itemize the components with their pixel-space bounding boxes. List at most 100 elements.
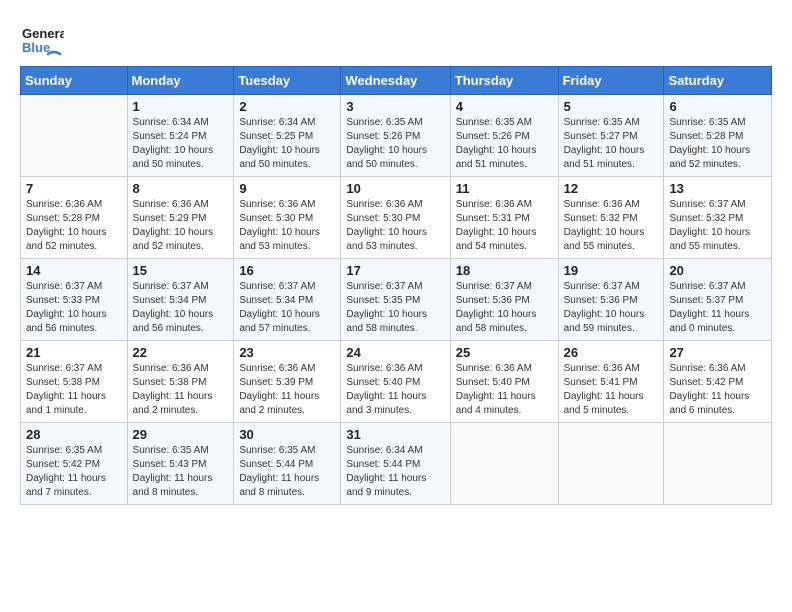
day-number: 16 bbox=[239, 263, 335, 278]
day-number: 30 bbox=[239, 427, 335, 442]
calendar-cell: 10 Sunrise: 6:36 AMSunset: 5:30 PMDayligh… bbox=[341, 177, 450, 259]
calendar-cell: 12 Sunrise: 6:36 AMSunset: 5:32 PMDayligh… bbox=[558, 177, 664, 259]
day-number: 29 bbox=[133, 427, 229, 442]
calendar-cell: 1 Sunrise: 6:34 AMSunset: 5:24 PMDaylight… bbox=[127, 95, 234, 177]
cell-details: Sunrise: 6:34 AMSunset: 5:24 PMDaylight:… bbox=[133, 116, 229, 172]
day-number: 7 bbox=[26, 181, 122, 196]
day-number: 2 bbox=[239, 99, 335, 114]
cell-details: Sunrise: 6:36 AMSunset: 5:32 PMDaylight:… bbox=[564, 198, 659, 254]
cell-details: Sunrise: 6:36 AMSunset: 5:40 PMDaylight:… bbox=[456, 362, 553, 418]
calendar-cell: 19 Sunrise: 6:37 AMSunset: 5:36 PMDayligh… bbox=[558, 259, 664, 341]
cell-details: Sunrise: 6:34 AMSunset: 5:25 PMDaylight:… bbox=[239, 116, 335, 172]
day-number: 13 bbox=[669, 181, 766, 196]
calendar-cell: 25Sunrise: 6:36 AMSunset: 5:40 PMDayligh… bbox=[450, 341, 558, 423]
calendar-cell: 9 Sunrise: 6:36 AMSunset: 5:30 PMDaylight… bbox=[234, 177, 341, 259]
week-row-5: 28Sunrise: 6:35 AMSunset: 5:42 PMDayligh… bbox=[21, 423, 772, 505]
day-number: 6 bbox=[669, 99, 766, 114]
week-row-2: 7 Sunrise: 6:36 AMSunset: 5:28 PMDaylight… bbox=[21, 177, 772, 259]
day-number: 14 bbox=[26, 263, 122, 278]
day-number: 9 bbox=[239, 181, 335, 196]
calendar-cell: 24Sunrise: 6:36 AMSunset: 5:40 PMDayligh… bbox=[341, 341, 450, 423]
day-number: 22 bbox=[133, 345, 229, 360]
cell-details: Sunrise: 6:35 AMSunset: 5:26 PMDaylight:… bbox=[456, 116, 553, 172]
cell-details: Sunrise: 6:34 AMSunset: 5:44 PMDaylight:… bbox=[346, 444, 444, 500]
calendar-cell: 7 Sunrise: 6:36 AMSunset: 5:28 PMDaylight… bbox=[21, 177, 128, 259]
calendar-cell bbox=[558, 423, 664, 505]
day-number: 5 bbox=[564, 99, 659, 114]
calendar-cell: 6 Sunrise: 6:35 AMSunset: 5:28 PMDaylight… bbox=[664, 95, 772, 177]
weekday-header-sunday: Sunday bbox=[21, 67, 128, 95]
weekday-header-row: SundayMondayTuesdayWednesdayThursdayFrid… bbox=[21, 67, 772, 95]
calendar-cell: 13 Sunrise: 6:37 AMSunset: 5:32 PMDayligh… bbox=[664, 177, 772, 259]
logo: General Blue bbox=[20, 16, 68, 60]
cell-details: Sunrise: 6:37 AMSunset: 5:36 PMDaylight:… bbox=[456, 280, 553, 336]
svg-text:General: General bbox=[22, 26, 64, 41]
calendar-cell: 30 Sunrise: 6:35 AMSunset: 5:44 PMDayligh… bbox=[234, 423, 341, 505]
calendar-cell: 8 Sunrise: 6:36 AMSunset: 5:29 PMDaylight… bbox=[127, 177, 234, 259]
calendar-cell: 15 Sunrise: 6:37 AMSunset: 5:34 PMDayligh… bbox=[127, 259, 234, 341]
svg-text:Blue: Blue bbox=[22, 40, 50, 55]
cell-details: Sunrise: 6:37 AMSunset: 5:38 PMDaylight:… bbox=[26, 362, 122, 418]
day-number: 11 bbox=[456, 181, 553, 196]
calendar-cell: 3Sunrise: 6:35 AMSunset: 5:26 PMDaylight… bbox=[341, 95, 450, 177]
cell-details: Sunrise: 6:37 AMSunset: 5:33 PMDaylight:… bbox=[26, 280, 122, 336]
day-number: 10 bbox=[346, 181, 444, 196]
calendar-cell: 31 Sunrise: 6:34 AMSunset: 5:44 PMDayligh… bbox=[341, 423, 450, 505]
calendar-cell: 22 Sunrise: 6:36 AMSunset: 5:38 PMDayligh… bbox=[127, 341, 234, 423]
cell-details: Sunrise: 6:37 AMSunset: 5:34 PMDaylight:… bbox=[239, 280, 335, 336]
day-number: 23 bbox=[239, 345, 335, 360]
calendar-cell bbox=[664, 423, 772, 505]
cell-details: Sunrise: 6:36 AMSunset: 5:30 PMDaylight:… bbox=[346, 198, 444, 254]
calendar-cell: 5 Sunrise: 6:35 AMSunset: 5:27 PMDaylight… bbox=[558, 95, 664, 177]
calendar-cell: 23 Sunrise: 6:36 AMSunset: 5:39 PMDayligh… bbox=[234, 341, 341, 423]
calendar-cell: 21Sunrise: 6:37 AMSunset: 5:38 PMDayligh… bbox=[21, 341, 128, 423]
cell-details: Sunrise: 6:37 AMSunset: 5:37 PMDaylight:… bbox=[669, 280, 766, 336]
calendar-table: SundayMondayTuesdayWednesdayThursdayFrid… bbox=[20, 66, 772, 505]
week-row-3: 14 Sunrise: 6:37 AMSunset: 5:33 PMDayligh… bbox=[21, 259, 772, 341]
cell-details: Sunrise: 6:37 AMSunset: 5:32 PMDaylight:… bbox=[669, 198, 766, 254]
calendar-cell bbox=[21, 95, 128, 177]
calendar-cell: 28Sunrise: 6:35 AMSunset: 5:42 PMDayligh… bbox=[21, 423, 128, 505]
cell-details: Sunrise: 6:35 AMSunset: 5:26 PMDaylight:… bbox=[346, 116, 444, 172]
calendar-cell bbox=[450, 423, 558, 505]
day-number: 31 bbox=[346, 427, 444, 442]
day-number: 1 bbox=[133, 99, 229, 114]
calendar-cell: 2 Sunrise: 6:34 AMSunset: 5:25 PMDaylight… bbox=[234, 95, 341, 177]
day-number: 27 bbox=[669, 345, 766, 360]
day-number: 24 bbox=[346, 345, 444, 360]
cell-details: Sunrise: 6:35 AMSunset: 5:28 PMDaylight:… bbox=[669, 116, 766, 172]
cell-details: Sunrise: 6:36 AMSunset: 5:38 PMDaylight:… bbox=[133, 362, 229, 418]
day-number: 19 bbox=[564, 263, 659, 278]
cell-details: Sunrise: 6:36 AMSunset: 5:31 PMDaylight:… bbox=[456, 198, 553, 254]
day-number: 26 bbox=[564, 345, 659, 360]
week-row-1: 1 Sunrise: 6:34 AMSunset: 5:24 PMDaylight… bbox=[21, 95, 772, 177]
day-number: 12 bbox=[564, 181, 659, 196]
calendar-cell: 27Sunrise: 6:36 AMSunset: 5:42 PMDayligh… bbox=[664, 341, 772, 423]
weekday-header-wednesday: Wednesday bbox=[341, 67, 450, 95]
weekday-header-saturday: Saturday bbox=[664, 67, 772, 95]
cell-details: Sunrise: 6:36 AMSunset: 5:30 PMDaylight:… bbox=[239, 198, 335, 254]
calendar-cell: 11 Sunrise: 6:36 AMSunset: 5:31 PMDayligh… bbox=[450, 177, 558, 259]
calendar-cell: 29 Sunrise: 6:35 AMSunset: 5:43 PMDayligh… bbox=[127, 423, 234, 505]
cell-details: Sunrise: 6:37 AMSunset: 5:36 PMDaylight:… bbox=[564, 280, 659, 336]
cell-details: Sunrise: 6:36 AMSunset: 5:28 PMDaylight:… bbox=[26, 198, 122, 254]
day-number: 18 bbox=[456, 263, 553, 278]
calendar-cell: 18 Sunrise: 6:37 AMSunset: 5:36 PMDayligh… bbox=[450, 259, 558, 341]
day-number: 8 bbox=[133, 181, 229, 196]
calendar-cell: 16 Sunrise: 6:37 AMSunset: 5:34 PMDayligh… bbox=[234, 259, 341, 341]
cell-details: Sunrise: 6:35 AMSunset: 5:43 PMDaylight:… bbox=[133, 444, 229, 500]
weekday-header-friday: Friday bbox=[558, 67, 664, 95]
cell-details: Sunrise: 6:37 AMSunset: 5:34 PMDaylight:… bbox=[133, 280, 229, 336]
cell-details: Sunrise: 6:35 AMSunset: 5:44 PMDaylight:… bbox=[239, 444, 335, 500]
cell-details: Sunrise: 6:37 AMSunset: 5:35 PMDaylight:… bbox=[346, 280, 444, 336]
weekday-header-thursday: Thursday bbox=[450, 67, 558, 95]
week-row-4: 21Sunrise: 6:37 AMSunset: 5:38 PMDayligh… bbox=[21, 341, 772, 423]
cell-details: Sunrise: 6:36 AMSunset: 5:29 PMDaylight:… bbox=[133, 198, 229, 254]
calendar-cell: 26Sunrise: 6:36 AMSunset: 5:41 PMDayligh… bbox=[558, 341, 664, 423]
cell-details: Sunrise: 6:35 AMSunset: 5:27 PMDaylight:… bbox=[564, 116, 659, 172]
day-number: 4 bbox=[456, 99, 553, 114]
calendar-cell: 4 Sunrise: 6:35 AMSunset: 5:26 PMDaylight… bbox=[450, 95, 558, 177]
day-number: 17 bbox=[346, 263, 444, 278]
cell-details: Sunrise: 6:36 AMSunset: 5:39 PMDaylight:… bbox=[239, 362, 335, 418]
day-number: 15 bbox=[133, 263, 229, 278]
